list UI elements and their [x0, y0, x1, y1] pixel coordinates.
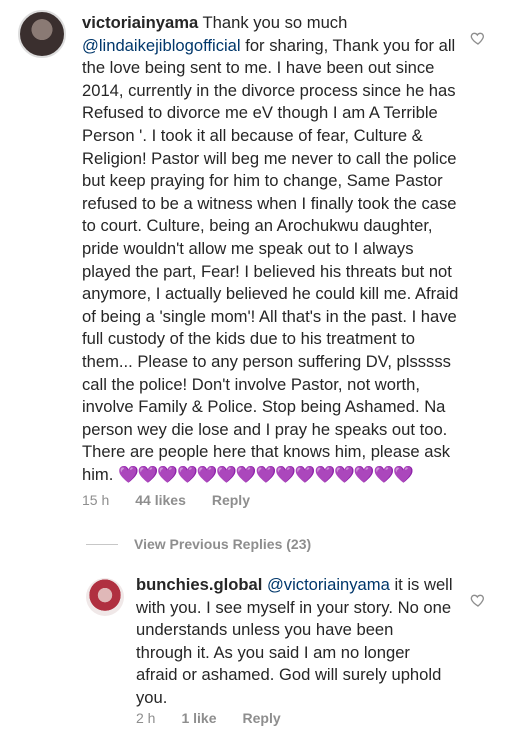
reply-like-heart-icon[interactable]	[470, 592, 486, 608]
comment-likes[interactable]: 44 likes	[135, 492, 186, 508]
reply-mention[interactable]: @victoriainyama	[267, 575, 390, 594]
view-previous-replies[interactable]: View Previous Replies (23)	[86, 536, 311, 552]
reply-comment-text: bunchies.global @victoriainyama it is we…	[136, 574, 454, 710]
main-comment-meta: 15 h 44 likes Reply	[82, 492, 250, 508]
reply-time: 2 h	[136, 710, 156, 726]
reply-reply-button[interactable]: Reply	[243, 710, 281, 726]
reply-button[interactable]: Reply	[212, 492, 250, 508]
divider-line	[86, 543, 118, 545]
reply-text-body: it is well with you. I see myself in you…	[136, 575, 453, 707]
reply-comment-meta: 2 h 1 like Reply	[136, 710, 281, 726]
reply-likes[interactable]: 1 like	[181, 710, 216, 726]
avatar-bunchies-global[interactable]	[86, 578, 124, 616]
view-replies-label[interactable]: View Previous Replies (23)	[134, 536, 311, 552]
comment-text-body: for sharing, Thank you for all the love …	[82, 35, 459, 484]
like-heart-icon[interactable]	[470, 30, 486, 46]
avatar-victoriainyama[interactable]	[18, 10, 66, 58]
comment-text-pre: Thank you so much	[198, 13, 348, 32]
comment-username[interactable]: victoriainyama	[82, 13, 198, 32]
comment-time: 15 h	[82, 492, 110, 508]
comment-mention[interactable]: @lindaikejiblogofficial	[82, 36, 241, 55]
main-comment-text: victoriainyama Thank you so much @lindai…	[82, 12, 467, 486]
reply-username[interactable]: bunchies.global	[136, 575, 262, 594]
purple-hearts-emoji: 💜💜💜💜💜💜💜💜💜💜💜💜💜💜💜	[117, 464, 414, 484]
